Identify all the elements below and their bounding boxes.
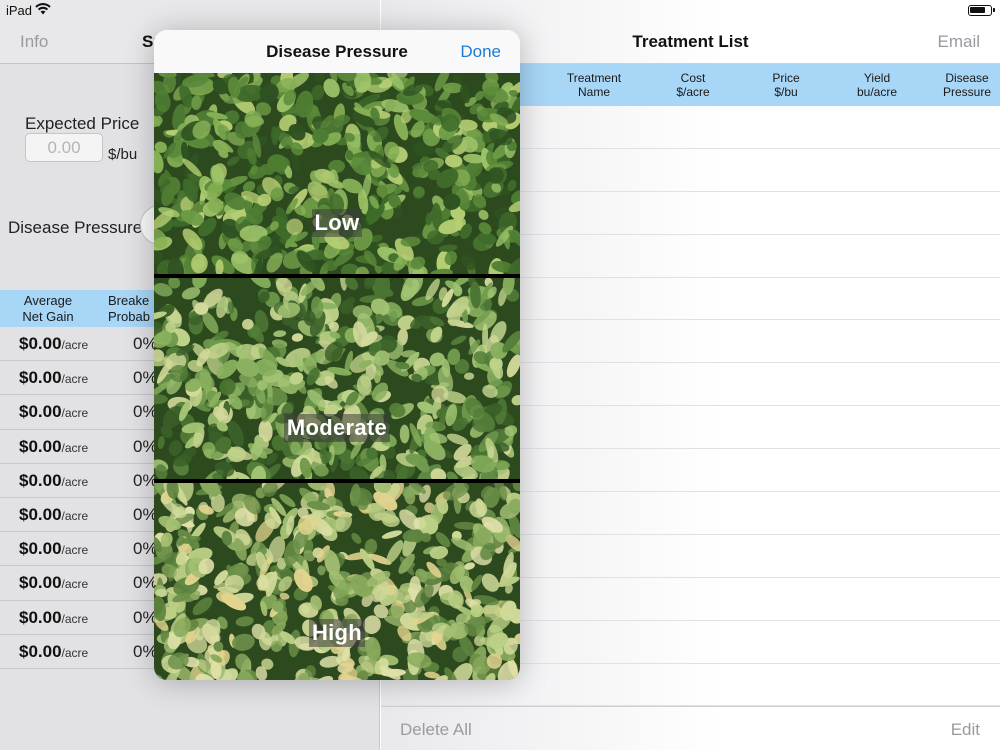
delete-all-button[interactable]: Delete All — [400, 720, 472, 740]
net-gain-amount: $0.00 — [19, 402, 62, 422]
net-gain-amount: $0.00 — [19, 368, 62, 388]
net-gain-value: $0.00/acre — [19, 368, 88, 388]
wifi-icon — [35, 3, 51, 15]
net-gain-amount: $0.00 — [19, 470, 62, 490]
moderate-pressure-field-image — [154, 278, 520, 479]
disease-pressure-header: Disease Pressure — [942, 71, 992, 99]
net-gain-unit: /acre — [61, 577, 89, 592]
info-button[interactable]: Info — [20, 32, 48, 52]
net-gain-value: $0.00/acre — [19, 608, 88, 628]
bottom-toolbar: Delete All Edit — [381, 706, 1000, 750]
net-gain-value: $0.00/acre — [19, 505, 88, 525]
done-button[interactable]: Done — [460, 42, 501, 62]
email-button[interactable]: Email — [937, 32, 980, 52]
net-gain-unit: /acre — [61, 543, 89, 558]
net-gain-amount: $0.00 — [19, 607, 62, 627]
option-label-wrap: Low — [154, 209, 520, 237]
avg-net-gain-header-text: Average Net Gain — [22, 293, 74, 324]
net-gain-unit: /acre — [61, 474, 89, 489]
status-bar: iPad — [0, 0, 1000, 22]
option-moderate[interactable]: Moderate — [154, 278, 520, 479]
treatment-name-header: Treatment Name — [566, 71, 622, 99]
low-pressure-field-image — [154, 73, 520, 274]
net-gain-value: $0.00/acre — [19, 471, 88, 491]
net-gain-unit: /acre — [61, 645, 89, 660]
net-gain-value: $0.00/acre — [19, 573, 88, 593]
avg-net-gain-header: Average Net Gain — [10, 293, 86, 325]
net-gain-unit: /acre — [61, 338, 89, 352]
high-pressure-field-image — [154, 483, 520, 680]
edit-button[interactable]: Edit — [951, 720, 980, 740]
option-high[interactable]: High — [154, 483, 520, 680]
option-label-wrap: High — [154, 619, 520, 647]
net-gain-unit: /acre — [61, 440, 89, 455]
cost-header: Cost $/acre — [676, 71, 710, 99]
net-gain-value: $0.00/acre — [19, 642, 88, 662]
net-gain-unit: /acre — [61, 611, 89, 626]
net-gain-unit: /acre — [61, 372, 89, 387]
option-label-moderate: Moderate — [283, 414, 391, 442]
disease-pressure-popover: Disease Pressure Done Low Moderate High — [154, 30, 520, 680]
net-gain-value: $0.00/acre — [19, 334, 88, 354]
battery-icon — [968, 5, 995, 16]
net-gain-value: $0.00/acre — [19, 402, 88, 422]
net-gain-value: $0.00/acre — [19, 539, 88, 559]
net-gain-amount: $0.00 — [19, 334, 62, 353]
net-gain-unit: /acre — [61, 406, 89, 421]
device-label: iPad — [6, 3, 33, 18]
yield-header: Yield bu/acre — [856, 71, 898, 99]
net-gain-value: $0.00/acre — [19, 437, 88, 457]
option-low[interactable]: Low — [154, 73, 520, 274]
net-gain-unit: /acre — [61, 508, 89, 523]
net-gain-amount: $0.00 — [19, 641, 62, 661]
disease-pressure-label: Disease Pressure — [8, 218, 143, 237]
option-label-high: High — [308, 619, 366, 647]
net-gain-amount: $0.00 — [19, 539, 62, 559]
price-header: Price $/bu — [772, 71, 800, 99]
option-label-low: Low — [311, 209, 363, 237]
net-gain-amount: $0.00 — [19, 504, 62, 524]
expected-price-unit: $/bu — [108, 146, 138, 163]
net-gain-amount: $0.00 — [19, 573, 62, 593]
expected-price-label: Expected Price — [25, 114, 140, 133]
net-gain-amount: $0.00 — [19, 436, 62, 456]
popover-header: Disease Pressure Done — [154, 30, 520, 73]
option-label-wrap: Moderate — [154, 414, 520, 442]
expected-price-input[interactable]: 0.00 — [25, 133, 103, 162]
